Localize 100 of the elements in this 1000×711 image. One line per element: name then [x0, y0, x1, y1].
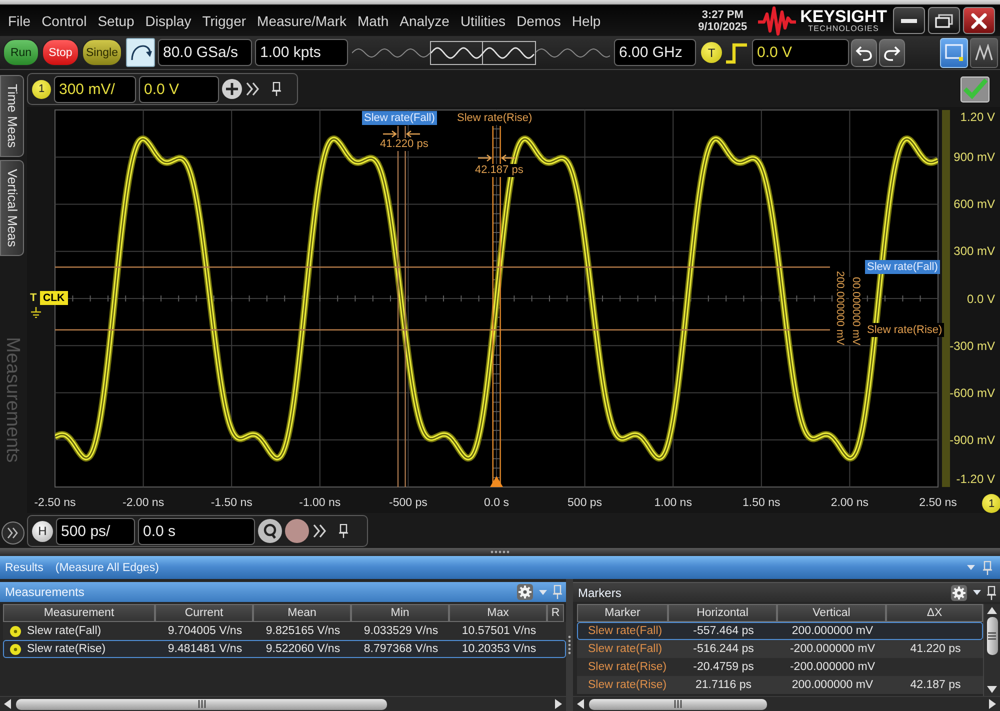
bandwidth-field[interactable]: 6.00 GHz — [614, 39, 696, 66]
table-row[interactable]: Slew rate(Fall) -516.244 ps -200.000000 mV 41.220 ps — [577, 640, 983, 658]
menu-item[interactable]: Utilities — [460, 12, 506, 28]
double-chevron-icon[interactable] — [245, 82, 261, 96]
pin-icon[interactable] — [339, 524, 348, 538]
axis-tick-label: 600 mV — [954, 197, 995, 212]
axis-tick-label: 1.20 V — [960, 110, 995, 124]
double-chevron-icon[interactable] — [312, 524, 328, 538]
column-header[interactable]: Current — [155, 604, 253, 622]
arrow-down-icon[interactable] — [987, 686, 997, 693]
sample-rate-field[interactable]: 80.0 GSa/s — [158, 39, 252, 66]
axis-tick-label: 1.50 ns — [742, 496, 780, 510]
scroll-thumb[interactable] — [16, 698, 387, 710]
channel-badge[interactable]: 1 — [982, 494, 1000, 513]
menu-item[interactable]: Setup — [98, 12, 134, 28]
single-button[interactable]: Single — [82, 39, 122, 66]
column-header[interactable]: Horizontal — [668, 604, 777, 622]
table-cell-text: -20.4759 ps — [692, 661, 755, 673]
table-row[interactable]: Slew rate(Rise) -20.4759 ps -200.000000 mV — [577, 658, 983, 676]
cursor-label[interactable]: Slew rate(Fall) — [865, 260, 940, 274]
cursor-line[interactable] — [397, 126, 399, 487]
horizontal-scrollbar[interactable] — [0, 696, 566, 711]
table-row[interactable]: Slew rate(Fall) -557.464 ps 200.000000 mV — [577, 622, 983, 640]
pin-icon[interactable] — [272, 82, 281, 96]
table-cell-text: 9.825165 V/ns — [264, 625, 342, 637]
table-cell-text: -557.464 ps — [692, 625, 755, 637]
cursor-line[interactable] — [404, 126, 406, 487]
minimize-button[interactable] — [893, 7, 925, 34]
settings-icon[interactable] — [951, 584, 967, 600]
tick-icon[interactable] — [960, 76, 990, 103]
scroll-thumb[interactable] — [589, 698, 767, 710]
horizontal-scrollbar[interactable] — [573, 696, 1000, 711]
table-cell-text: Slew rate(Fall) — [587, 643, 664, 655]
trigger-level-field[interactable]: 0.0 V — [752, 39, 849, 66]
caret-icon[interactable] — [973, 590, 981, 595]
grip-icon[interactable] — [490, 550, 510, 554]
menu-item[interactable]: Math — [358, 12, 389, 28]
menu-item[interactable]: Measure/Mark — [257, 12, 346, 28]
vertical-scrollbar[interactable] — [983, 604, 1000, 696]
menu-item[interactable]: Control — [42, 12, 87, 28]
memory-depth-field[interactable]: 1.00 kpts — [255, 39, 348, 66]
plus-icon[interactable] — [222, 79, 242, 99]
level-readout: 00.000000 mV — [849, 277, 862, 346]
trigger-position-icon — [490, 476, 503, 487]
arrow-right-icon[interactable] — [555, 699, 562, 709]
column-header[interactable]: Measurement — [3, 604, 155, 622]
close-button[interactable] — [963, 7, 995, 34]
column-header[interactable]: Max — [449, 604, 547, 622]
vertical-scale-field[interactable]: 300 mV/ — [54, 76, 136, 102]
restore-button[interactable] — [928, 7, 960, 34]
menu-item[interactable]: Trigger — [202, 12, 246, 28]
settings-icon[interactable] — [517, 584, 533, 600]
run-button[interactable]: Run — [3, 39, 39, 66]
view-mode-button[interactable] — [970, 38, 998, 68]
scroll-thumb[interactable] — [986, 617, 998, 655]
table-row[interactable]: Slew rate(Rise) 9.481481 V/ns 9.522060 V/ns 8.797368 V/ns 10.20353 V/ns — [3, 640, 566, 658]
horizontal-position-field[interactable]: 0.0 s — [138, 518, 255, 544]
cursor-label[interactable]: Slew rate(Rise) — [865, 322, 944, 337]
axis-tick-label: 1.00 ns — [654, 496, 692, 510]
timebase-badge[interactable]: H — [32, 520, 53, 542]
pin-icon[interactable] — [987, 586, 996, 600]
column-header[interactable]: ΔX — [886, 604, 983, 622]
stop-button[interactable]: Stop — [42, 39, 79, 66]
menu-item[interactable]: Display — [145, 12, 192, 28]
table-row[interactable]: Slew rate(Fall) 9.704005 V/ns 9.825165 V/ns 9.033529 V/ns 10.57501 V/ns — [3, 622, 566, 640]
ground-icon — [31, 307, 41, 318]
column-header[interactable]: Mean — [253, 604, 351, 622]
menu-item[interactable]: Help — [572, 12, 601, 28]
trigger-badge[interactable]: T — [701, 42, 722, 63]
column-header[interactable]: Min — [351, 604, 449, 622]
results-title: Results — [5, 562, 44, 574]
menu-item[interactable]: Demos — [516, 12, 561, 28]
channel-badge[interactable]: 1 — [32, 80, 51, 98]
cursor-label[interactable]: Slew rate(Rise) — [455, 111, 534, 125]
double-chevron-icon[interactable] — [1, 521, 25, 545]
table-row[interactable]: Slew rate(Rise) 21.7116 ps 200.000000 mV 42.187 ps — [577, 676, 983, 694]
arrow-left-icon[interactable] — [4, 699, 11, 709]
arrow-left-icon[interactable] — [577, 699, 584, 709]
vertical-offset-field[interactable]: 0.0 V — [139, 76, 219, 102]
column-header[interactable]: Vertical — [777, 604, 886, 622]
axis-tick-label: 300 mV — [954, 244, 995, 258]
table-cell-text: 9.704005 V/ns — [166, 625, 244, 637]
side-tab[interactable]: Vertical Meas — [0, 160, 24, 256]
column-header[interactable]: R — [547, 604, 564, 622]
arrow-up-icon[interactable] — [987, 607, 997, 614]
axis-tick-label: 0.0 s — [484, 496, 509, 510]
grip-icon[interactable] — [568, 635, 571, 655]
column-header[interactable]: Marker — [577, 604, 668, 622]
view-mode-button[interactable] — [940, 38, 968, 68]
arrow-right-icon[interactable] — [989, 699, 996, 709]
disc-icon[interactable] — [285, 519, 309, 543]
cursor-label[interactable]: Slew rate(Fall) — [362, 111, 437, 125]
menu-item[interactable]: File — [8, 12, 31, 28]
magnifier-icon[interactable] — [258, 519, 282, 543]
acquire-button[interactable] — [126, 38, 155, 67]
horizontal-scale-field[interactable]: 500 ps/ — [56, 518, 135, 544]
menu-item[interactable]: Analyze — [400, 12, 450, 28]
redo-button[interactable] — [879, 38, 905, 66]
side-tab[interactable]: Time Meas — [0, 75, 24, 157]
undo-button[interactable] — [851, 38, 877, 66]
